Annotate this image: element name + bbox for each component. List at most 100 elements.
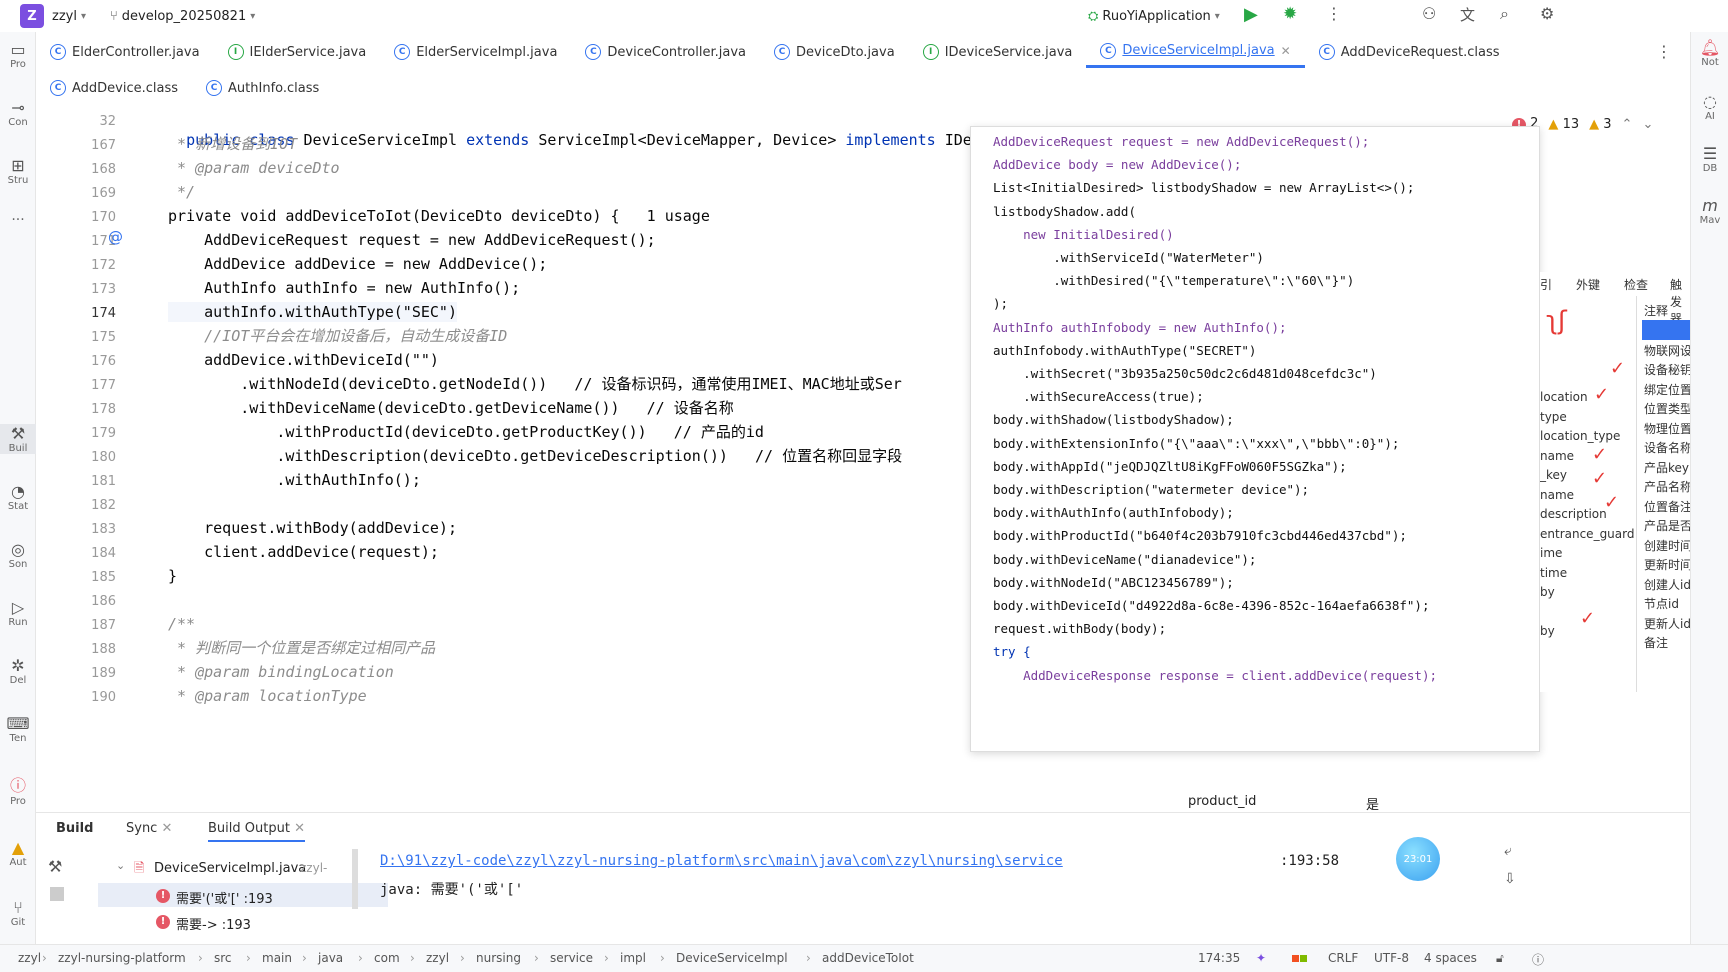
breadcrumb-item[interactable]: nursing [476, 951, 521, 965]
db-column-comment[interactable]: 位置类型 0: [1644, 400, 1690, 417]
tab-ielder-service[interactable]: I IElderService.java [214, 36, 381, 68]
add-user-icon[interactable]: ⚇ [1422, 4, 1436, 23]
tool-database[interactable]: ☰ DB [1691, 144, 1728, 174]
tab-device-service-impl[interactable]: C DeviceServiceImpl.java ✕ [1086, 36, 1305, 68]
tool-git[interactable]: ⑂ Git [0, 898, 36, 928]
line-separator[interactable]: CRLF [1328, 951, 1358, 965]
db-column-name[interactable]: type [1540, 410, 1567, 424]
db-column-comment[interactable]: 更新人id [1644, 615, 1690, 632]
db-column-name[interactable]: time [1540, 566, 1567, 580]
db-column-name[interactable]: by [1540, 585, 1555, 599]
close-tab-icon[interactable]: ✕ [294, 821, 305, 836]
tab-elder-service-impl[interactable]: C ElderServiceImpl.java [380, 36, 571, 68]
translate-icon[interactable]: 文 [1460, 4, 1475, 25]
tab-build-output[interactable]: Build Output ✕ [208, 821, 305, 842]
db-column-comment[interactable]: 产品名称 [1644, 478, 1690, 495]
db-column-comment[interactable]: 设备秘钥 [1644, 361, 1690, 378]
db-column-comment[interactable]: 创建时间 [1644, 537, 1690, 554]
error-message-2[interactable]: 需要-> :193 [176, 914, 251, 933]
code-editor[interactable]: public class DeviceServiceImpl extends S… [150, 110, 970, 810]
chevron-down-icon[interactable]: ⌄ [116, 859, 125, 872]
db-tab-check[interactable]: 检查 [1624, 276, 1648, 293]
db-column-comment[interactable]: 创建人id [1644, 576, 1690, 593]
db-column-comment[interactable]: 节点id [1644, 595, 1679, 612]
chevron-up-icon[interactable]: ⌃ [1622, 117, 1633, 132]
tool-more[interactable]: ... [0, 208, 36, 224]
tab-elder-controller[interactable]: C ElderController.java [36, 36, 214, 68]
db-column-name[interactable]: location_type [1540, 429, 1620, 443]
tab-add-device[interactable]: C AddDevice.class [36, 72, 192, 104]
tool-project[interactable]: ▭ Pro [0, 40, 36, 70]
tool-run[interactable]: ▷ Run [0, 598, 36, 628]
tool-build[interactable]: ⚒ Buil [0, 424, 36, 454]
breadcrumb-item[interactable]: impl [620, 951, 646, 965]
breadcrumb-item[interactable]: src [214, 951, 232, 965]
db-column-comment[interactable]: 产品key [1644, 459, 1689, 476]
file-encoding[interactable]: UTF-8 [1374, 951, 1409, 965]
db-column-comment[interactable]: 物联网设备ID [1644, 342, 1690, 359]
project-selector[interactable]: zzyl ▾ [52, 9, 86, 24]
run-icon[interactable]: ▶ [1244, 4, 1258, 25]
project-badge[interactable]: Z [20, 4, 44, 28]
more-icon[interactable]: ⋮ [1326, 4, 1342, 23]
db-column-comment[interactable]: 物理位置类型 [1644, 420, 1690, 437]
soft-wrap-icon[interactable]: ⤶ [1504, 843, 1512, 859]
ai-status-icon[interactable]: ✦ [1256, 951, 1266, 965]
breadcrumb-item[interactable]: zzyl-nursing-platform [58, 951, 186, 965]
lock-icon[interactable]: 🔓︎ [1496, 951, 1504, 966]
db-column-comment[interactable]: 产品是否包含 [1644, 517, 1690, 534]
db-column-comment[interactable]: 更新时间 [1644, 556, 1690, 573]
db-column-comment[interactable]: 设备名称 [1644, 439, 1690, 456]
breadcrumb-item[interactable]: zzyl [18, 951, 41, 965]
breadcrumb-item[interactable]: java [318, 951, 343, 965]
tab-idevice-service[interactable]: I IDeviceService.java [909, 36, 1087, 68]
tool-auto-build[interactable]: ▲ Aut [0, 838, 36, 868]
breadcrumb-item[interactable]: DeviceServiceImpl [676, 951, 788, 965]
db-column-name[interactable]: _key [1540, 468, 1567, 482]
breadcrumb-item[interactable]: main [262, 951, 292, 965]
tool-problems[interactable]: ⓘ Pro [0, 772, 36, 807]
branch-selector[interactable]: ⑂ develop_20250821 ▾ [110, 9, 255, 24]
breadcrumb-item[interactable]: addDeviceToIot [822, 951, 914, 965]
db-column-name[interactable]: description [1540, 507, 1607, 521]
run-config-selector[interactable]: ⛭ RuoYiApplication ▾ [1088, 9, 1220, 24]
error-file-name[interactable]: DeviceServiceImpl.java [154, 861, 306, 876]
scroll-to-end-icon[interactable]: ⇩ [1504, 871, 1516, 887]
tabs-more-icon[interactable]: ⋮ [1656, 42, 1672, 61]
code-preview-popup[interactable]: AddDeviceRequest request = new AddDevice… [970, 126, 1540, 752]
db-column-name[interactable]: name [1540, 449, 1574, 463]
db-column-name[interactable]: by [1540, 624, 1555, 638]
notifications-icon[interactable]: ⓘ [1532, 951, 1544, 968]
breadcrumb-item[interactable]: zzyl [426, 951, 449, 965]
tab-device-dto[interactable]: C DeviceDto.java [760, 36, 909, 68]
tool-sonar[interactable]: ◎ Son [0, 540, 36, 570]
tool-notifications[interactable]: 🔔︎ Not [1691, 38, 1728, 68]
tool-statistic[interactable]: ◔ Stat [0, 482, 36, 512]
close-tab-icon[interactable]: ✕ [161, 821, 172, 836]
breadcrumb-item[interactable]: service [550, 951, 593, 965]
tab-sync[interactable]: Sync ✕ [126, 821, 172, 836]
floating-clock-bubble[interactable]: 23:01 [1396, 837, 1440, 881]
breadcrumb-item[interactable]: com [374, 951, 400, 965]
tool-commit[interactable]: ⊸ Con [0, 98, 36, 128]
error-file-path-link[interactable]: D:\91\zzyl-code\zzyl\zzyl-nursing-platfo… [380, 853, 1080, 869]
stop-icon[interactable] [50, 887, 64, 901]
override-marker-icon[interactable]: @ [108, 228, 123, 246]
db-column-comment[interactable]: 备注 [1644, 634, 1668, 651]
tool-terminal[interactable]: ⌨ Ten [0, 714, 36, 744]
tool-debug[interactable]: ✲ Del [0, 656, 36, 686]
indent-setting[interactable]: 4 spaces [1424, 951, 1477, 965]
hammer-icon[interactable]: ⚒ [48, 857, 62, 876]
db-column-name[interactable]: name [1540, 488, 1574, 502]
tab-device-controller[interactable]: C DeviceController.java [571, 36, 760, 68]
caret-position[interactable]: 174:35 [1198, 951, 1240, 965]
tab-add-device-request[interactable]: C AddDeviceRequest.class [1305, 36, 1514, 68]
debug-icon[interactable]: ✹ [1283, 4, 1297, 24]
chevron-down-icon[interactable]: ⌄ [1642, 117, 1653, 132]
db-column-name[interactable]: ime [1540, 546, 1562, 560]
close-tab-icon[interactable]: ✕ [1281, 44, 1291, 58]
error-message-1[interactable]: 需要'('或'[' :193 [176, 888, 273, 907]
scrollbar[interactable] [352, 849, 358, 909]
tool-maven[interactable]: m Mav [1691, 196, 1728, 226]
db-column-name[interactable]: location [1540, 390, 1588, 404]
